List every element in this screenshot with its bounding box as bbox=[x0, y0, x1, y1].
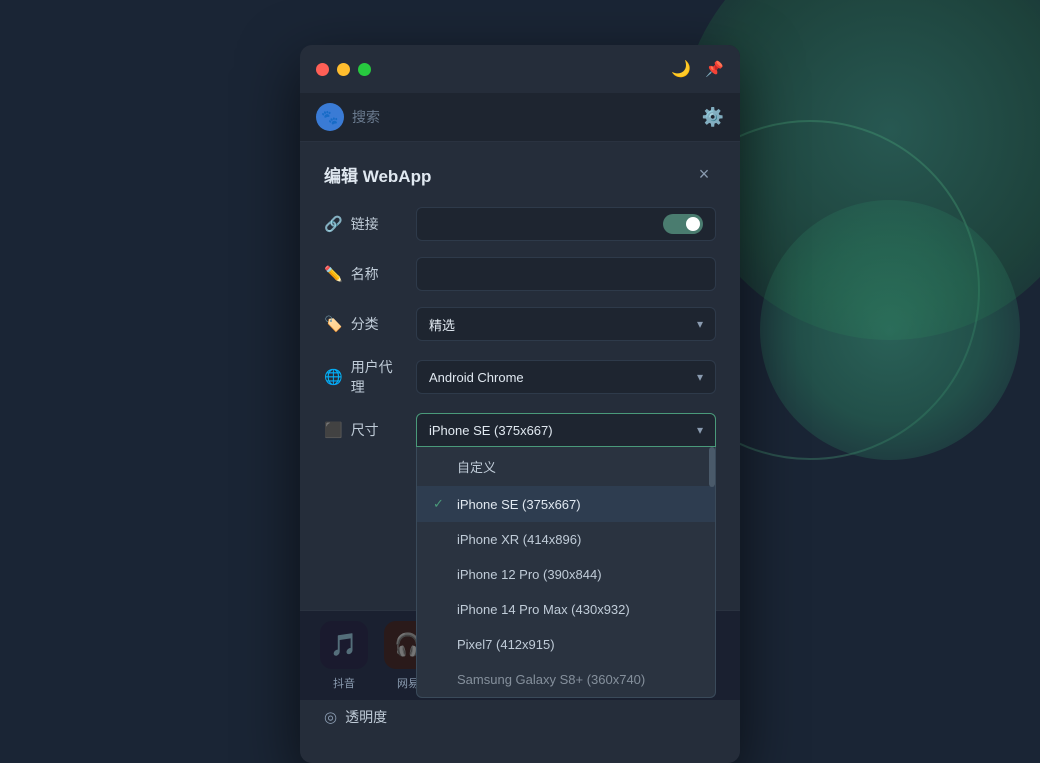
douyin-label: 抖音 bbox=[333, 675, 355, 691]
size-option-pixel7[interactable]: Pixel7 (412x915) bbox=[417, 627, 715, 662]
size-option-iphone-12-label: iPhone 12 Pro (390x844) bbox=[457, 567, 602, 582]
dialog-close-button[interactable]: × bbox=[692, 163, 716, 187]
pin-icon[interactable]: 📌 bbox=[705, 60, 724, 78]
size-option-iphone-12[interactable]: iPhone 12 Pro (390x844) bbox=[417, 557, 715, 592]
user-agent-label: 🌐 用户代理 bbox=[324, 357, 404, 397]
category-chevron-icon: ▾ bbox=[697, 317, 703, 331]
search-left: 🐾 搜索 bbox=[316, 103, 380, 131]
category-field-row: 🏷️ 分类 精选 ▾ bbox=[324, 307, 716, 341]
size-option-samsung-label: Samsung Galaxy S8+ (360x740) bbox=[457, 672, 645, 687]
app-logo-icon: 🐾 bbox=[316, 103, 344, 131]
scrollbar-thumb[interactable] bbox=[709, 447, 715, 487]
name-field-row: ✏️ 名称 bbox=[324, 257, 716, 291]
link-input[interactable] bbox=[416, 207, 716, 241]
name-input[interactable] bbox=[416, 257, 716, 291]
moon-icon[interactable]: 🌙 bbox=[671, 59, 691, 79]
titlebar: 🌙 📌 bbox=[300, 45, 740, 93]
size-option-iphone-14-label: iPhone 14 Pro Max (430x932) bbox=[457, 602, 630, 617]
search-input[interactable]: 搜索 bbox=[352, 107, 380, 127]
size-option-pixel7-label: Pixel7 (412x915) bbox=[457, 637, 555, 652]
check-icon: ✓ bbox=[433, 496, 449, 512]
size-field-row: ⬛ 尺寸 iPhone SE (375x667) ▾ 自定义 bbox=[324, 413, 716, 447]
link-label-text: 链接 bbox=[351, 214, 379, 234]
size-chevron-icon: ▾ bbox=[697, 423, 703, 437]
size-option-iphone-se-label: iPhone SE (375x667) bbox=[457, 497, 581, 512]
link-field-row: 🔗 链接 bbox=[324, 207, 716, 241]
douyin-icon: 🎵 bbox=[320, 621, 368, 669]
app-icon-douyin[interactable]: 🎵 抖音 bbox=[320, 621, 368, 691]
user-agent-label-text: 用户代理 bbox=[351, 357, 404, 397]
user-agent-select[interactable]: Android Chrome ▾ bbox=[416, 360, 716, 394]
link-icon: 🔗 bbox=[324, 215, 343, 233]
minimize-window-button[interactable] bbox=[337, 63, 350, 76]
dialog-title: 编辑 WebApp bbox=[324, 162, 431, 187]
bg-decoration-3 bbox=[760, 200, 1020, 460]
globe-icon: 🌐 bbox=[324, 368, 343, 386]
settings-icon[interactable]: ⚙️ bbox=[702, 107, 724, 128]
size-select[interactable]: iPhone SE (375x667) ▾ bbox=[416, 413, 716, 447]
category-select-value: 精选 bbox=[429, 315, 455, 334]
transparency-field-row: ◎ 透明度 bbox=[324, 707, 716, 727]
name-label: ✏️ 名称 bbox=[324, 264, 404, 284]
transparency-label: ◎ 透明度 bbox=[324, 707, 404, 727]
size-option-iphone-xr[interactable]: iPhone XR (414x896) bbox=[417, 522, 715, 557]
name-label-text: 名称 bbox=[351, 264, 379, 284]
size-option-iphone-14[interactable]: iPhone 14 Pro Max (430x932) bbox=[417, 592, 715, 627]
size-option-custom[interactable]: 自定义 bbox=[417, 447, 715, 486]
size-option-custom-label: 自定义 bbox=[457, 457, 496, 476]
size-option-iphone-se[interactable]: ✓ iPhone SE (375x667) bbox=[417, 486, 715, 522]
link-toggle[interactable] bbox=[663, 214, 703, 234]
category-label: 🏷️ 分类 bbox=[324, 314, 404, 334]
window-controls bbox=[316, 63, 371, 76]
transparency-label-text: 透明度 bbox=[345, 707, 387, 727]
douyin-logo: 🎵 bbox=[330, 632, 357, 658]
dialog-header: 编辑 WebApp × bbox=[324, 162, 716, 187]
category-select[interactable]: 精选 ▾ bbox=[416, 307, 716, 341]
size-label: ⬛ 尺寸 bbox=[324, 420, 404, 440]
paw-icon: 🐾 bbox=[321, 109, 338, 126]
size-option-iphone-xr-label: iPhone XR (414x896) bbox=[457, 532, 581, 547]
link-label: 🔗 链接 bbox=[324, 214, 404, 234]
search-bar: 🐾 搜索 ⚙️ bbox=[300, 93, 740, 142]
close-window-button[interactable] bbox=[316, 63, 329, 76]
size-icon: ⬛ bbox=[324, 421, 343, 439]
titlebar-actions: 🌙 📌 bbox=[671, 59, 724, 79]
transparency-icon: ◎ bbox=[324, 708, 337, 726]
user-agent-select-value: Android Chrome bbox=[429, 370, 524, 385]
maximize-window-button[interactable] bbox=[358, 63, 371, 76]
user-agent-chevron-icon: ▾ bbox=[697, 370, 703, 384]
size-label-text: 尺寸 bbox=[351, 420, 379, 440]
dropdown-wrapper: 自定义 ✓ iPhone SE (375x667) iPhone XR (414… bbox=[417, 447, 715, 697]
category-label-text: 分类 bbox=[351, 314, 379, 334]
edit-icon: ✏️ bbox=[324, 265, 343, 283]
size-option-samsung[interactable]: Samsung Galaxy S8+ (360x740) bbox=[417, 662, 715, 697]
user-agent-field-row: 🌐 用户代理 Android Chrome ▾ bbox=[324, 357, 716, 397]
tag-icon: 🏷️ bbox=[324, 315, 343, 333]
size-dropdown-menu: 自定义 ✓ iPhone SE (375x667) iPhone XR (414… bbox=[416, 447, 716, 698]
size-select-value: iPhone SE (375x667) bbox=[429, 423, 553, 438]
